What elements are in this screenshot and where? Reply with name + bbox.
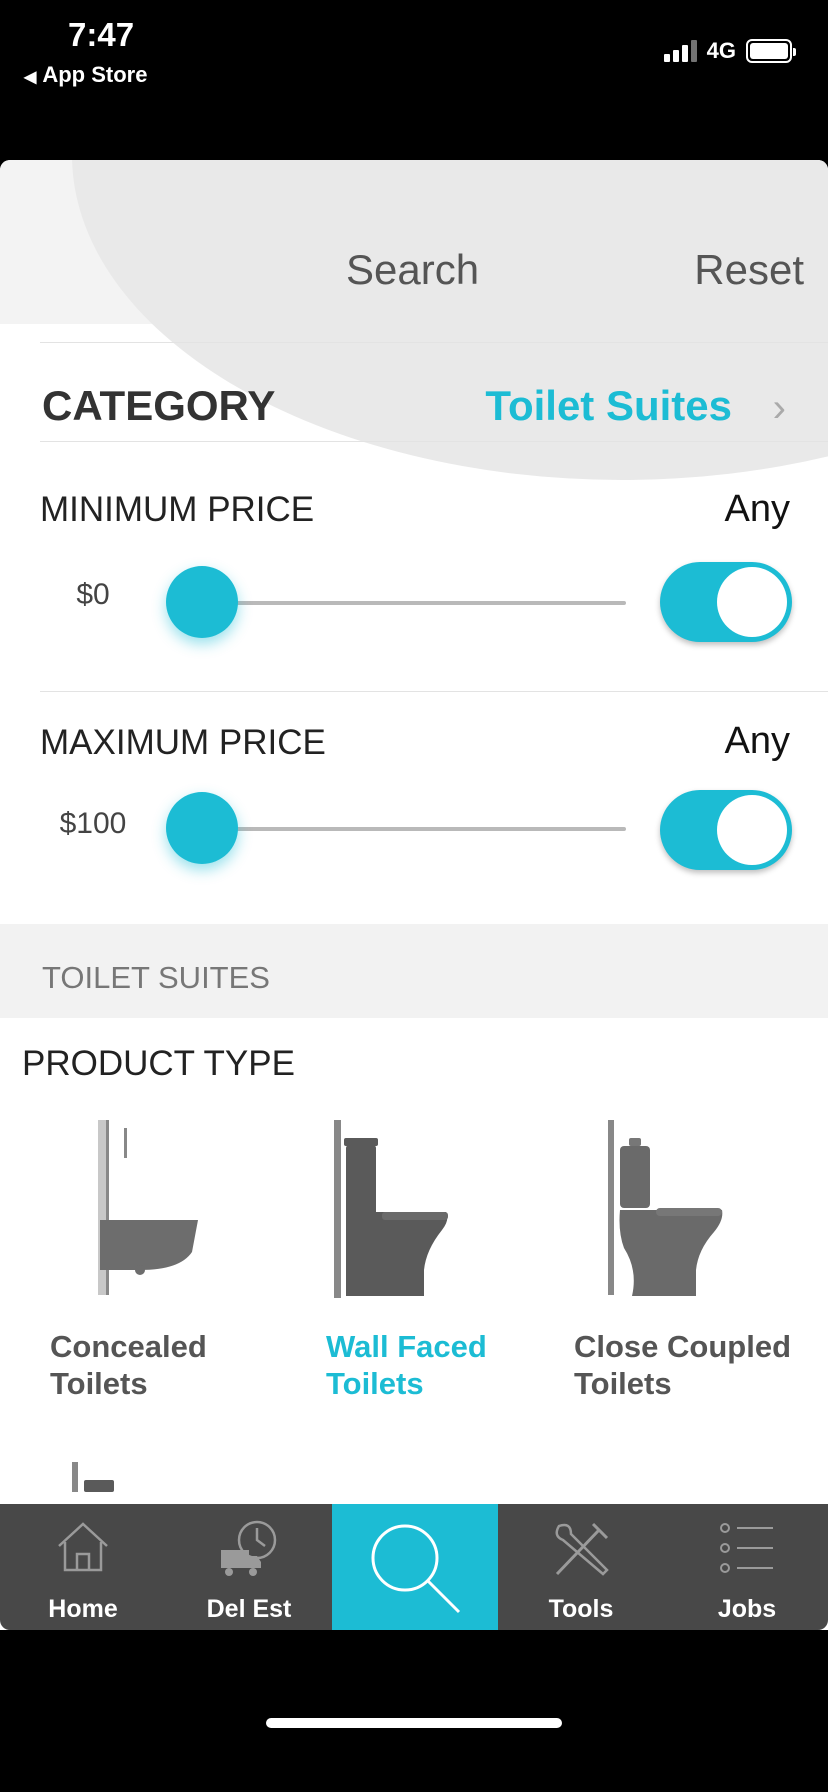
list-icon — [720, 1523, 773, 1573]
tab-bar: Home Del Est Tools Jobs — [0, 1504, 828, 1630]
tab-label: Del Est — [206, 1595, 292, 1623]
header: Search Reset — [0, 160, 828, 480]
home-indicator[interactable] — [266, 1718, 562, 1728]
tab-tools[interactable]: Tools — [498, 1504, 664, 1630]
status-bar: 7:47 ◀ App Store 4G — [0, 0, 828, 160]
reset-button[interactable]: Reset — [694, 246, 804, 294]
header-curve-decoration — [72, 160, 828, 480]
tab-search[interactable] — [332, 1504, 498, 1630]
back-arrow-icon: ◀ — [24, 69, 37, 86]
maximum-price-slider[interactable] — [166, 790, 626, 866]
maximum-price-any: Any — [724, 720, 790, 762]
battery-icon — [746, 39, 796, 63]
tab-home[interactable]: Home — [0, 1504, 166, 1630]
back-to-app-store[interactable]: ◀ App Store — [24, 62, 147, 88]
minimum-price-label: MINIMUM PRICE — [40, 490, 315, 529]
partial-toilet-icon — [72, 1462, 114, 1492]
chevron-right-icon: › — [772, 386, 786, 430]
minimum-price-slider[interactable] — [166, 564, 626, 640]
back-label: App Store — [42, 62, 148, 87]
product-name: Concealed Toilets — [50, 1329, 207, 1401]
tools-icon — [555, 1522, 609, 1576]
maximum-price-value: $100 — [59, 807, 127, 840]
tab-label: Home — [48, 1595, 118, 1623]
home-icon — [58, 1522, 108, 1572]
wall-faced-toilet-icon — [334, 1120, 448, 1298]
category-value[interactable]: Toilet Suites — [485, 382, 732, 430]
search-button[interactable]: Search — [346, 246, 479, 294]
slider-track — [196, 601, 626, 605]
slider-thumb[interactable] — [166, 566, 238, 638]
product-name: Close Coupled Toilets — [574, 1329, 792, 1401]
category-label: CATEGORY — [42, 382, 276, 429]
minimum-price-value: $0 — [76, 578, 110, 611]
divider — [40, 691, 828, 692]
minimum-price-any: Any — [724, 488, 790, 530]
tab-label: Tools — [548, 1595, 614, 1623]
search-filter-screen: Search Reset CATEGORY Toilet Suites › MI… — [0, 160, 828, 1630]
divider — [40, 441, 828, 442]
search-icon — [371, 1524, 461, 1614]
section-title: TOILET SUITES — [42, 960, 270, 995]
product-type-label: PRODUCT TYPE — [22, 1044, 295, 1083]
toggle-knob — [717, 567, 787, 637]
divider — [40, 342, 828, 343]
minimum-price-any-toggle[interactable] — [660, 562, 792, 642]
signal-icon — [663, 40, 697, 62]
tab-label: Jobs — [717, 1595, 777, 1623]
delivery-clock-icon — [221, 1520, 277, 1576]
slider-track — [196, 827, 626, 831]
status-time: 7:47 — [68, 16, 135, 53]
maximum-price-any-toggle[interactable] — [660, 790, 792, 870]
product-name: Wall Faced Toilets — [326, 1329, 487, 1401]
toggle-knob — [717, 795, 787, 865]
concealed-toilet-icon — [98, 1120, 198, 1295]
maximum-price-label: MAXIMUM PRICE — [40, 723, 326, 762]
close-coupled-toilet-icon — [608, 1120, 723, 1296]
tab-jobs[interactable]: Jobs — [664, 1504, 828, 1630]
status-indicators: 4G — [663, 38, 796, 64]
network-label: 4G — [706, 38, 736, 63]
slider-thumb[interactable] — [166, 792, 238, 864]
tab-del-est[interactable]: Del Est — [166, 1504, 332, 1630]
